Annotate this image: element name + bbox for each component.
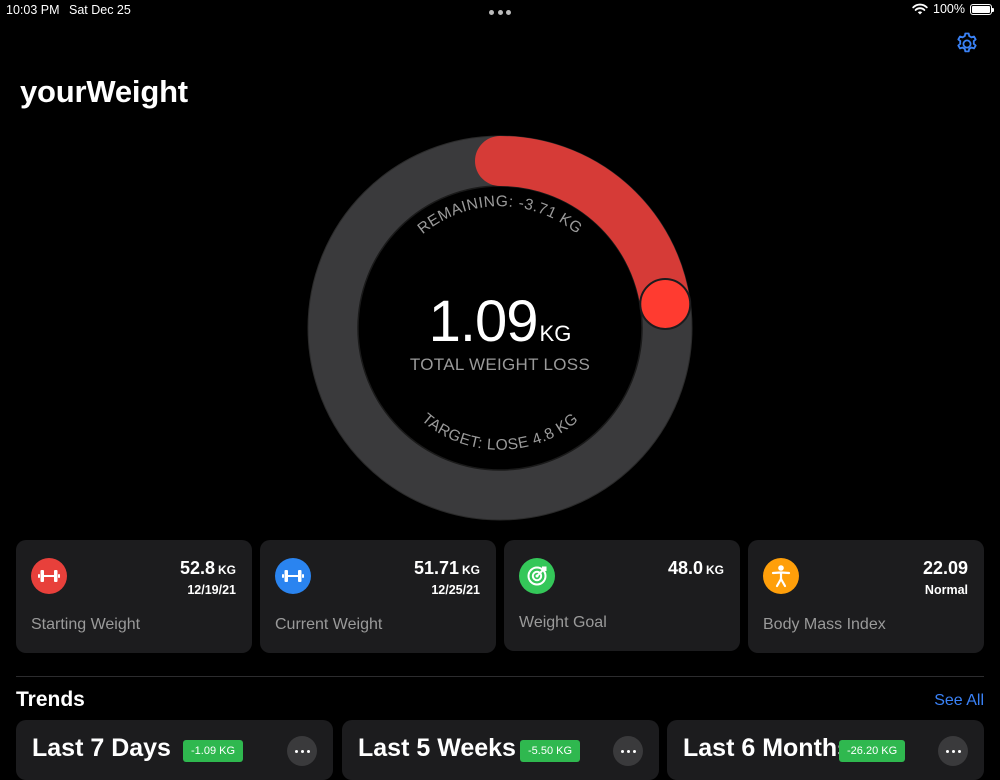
card-sub: 12/19/21 (187, 583, 236, 597)
more-icon[interactable] (938, 736, 968, 766)
total-weight-loss-value: 1.09KG (300, 288, 700, 355)
target-label: TARGET: LOSE 4.8 KG (418, 410, 581, 454)
settings-button[interactable] (954, 31, 980, 57)
trend-badge: -5.50 KG (520, 740, 581, 762)
status-bar: 10:03 PM Sat Dec 25 100% (0, 0, 1000, 22)
total-weight-loss-number: 1.09 (428, 289, 539, 354)
card-value: 22.09 (922, 558, 968, 578)
trend-title: Last 7 Days (32, 734, 171, 762)
battery-percent: 100% (933, 2, 965, 16)
more-icon[interactable] (287, 736, 317, 766)
dumbbell-icon (275, 558, 311, 594)
trend-card-last-5-weeks[interactable]: Last 5 Weeks -5.50 KG (342, 720, 659, 780)
target-icon (519, 558, 555, 594)
trend-badge: -26.20 KG (839, 740, 906, 762)
card-sub: 12/25/21 (431, 583, 480, 597)
card-label: Body Mass Index (763, 616, 886, 633)
card-current-weight[interactable]: 51.71 KG 12/25/21 Current Weight (260, 540, 496, 653)
card-value: 52.8 (179, 558, 215, 578)
see-all-link[interactable]: See All (934, 692, 984, 710)
multitasking-dots-icon[interactable] (489, 10, 511, 15)
card-weight-goal[interactable]: 48.0 KG Weight Goal (504, 540, 740, 651)
trend-title: Last 6 Months (683, 734, 852, 762)
trend-card-last-6-months[interactable]: Last 6 Months -26.20 KG (667, 720, 984, 780)
weight-loss-progress-ring: REMAINING: -3.71 KG TARGET: LOSE 4.8 KG … (300, 128, 700, 528)
card-unit: KG (462, 563, 480, 577)
trend-badge: -1.09 KG (183, 740, 244, 762)
card-label: Starting Weight (31, 616, 141, 633)
page-title: yourWeight (20, 74, 188, 109)
status-time: 10:03 PM (6, 3, 60, 17)
battery-icon (970, 3, 994, 15)
card-unit: KG (218, 563, 236, 577)
dumbbell-icon (31, 558, 67, 594)
card-value: 48.0 (667, 558, 703, 578)
section-divider (16, 676, 984, 677)
card-label: Weight Goal (519, 614, 607, 631)
gear-icon (957, 32, 977, 53)
svg-text:TARGET: LOSE 4.8 KG: TARGET: LOSE 4.8 KG (418, 410, 581, 454)
card-value: 51.71 (413, 558, 459, 578)
person-icon (763, 558, 799, 594)
status-date: Sat Dec 25 (69, 3, 131, 17)
card-unit: KG (706, 563, 724, 577)
total-weight-loss-unit: KG (539, 321, 572, 346)
card-starting-weight[interactable]: 52.8 KG 12/19/21 Starting Weight (16, 540, 252, 653)
more-icon[interactable] (613, 736, 643, 766)
wifi-icon (912, 3, 928, 15)
progress-arc (475, 136, 691, 329)
card-label: Current Weight (275, 616, 383, 633)
total-weight-loss-label: TOTAL WEIGHT LOSS (409, 355, 591, 374)
card-body-mass-index[interactable]: 22.09 Normal Body Mass Index (748, 540, 984, 653)
card-sub: Normal (924, 583, 968, 597)
trend-title: Last 5 Weeks (358, 734, 516, 762)
trends-title: Trends (16, 688, 85, 711)
summary-cards: 52.8 KG 12/19/21 Starting Weight 51.71 KG … (16, 540, 984, 653)
trend-card-last-7-days[interactable]: Last 7 Days -1.09 KG (16, 720, 333, 780)
